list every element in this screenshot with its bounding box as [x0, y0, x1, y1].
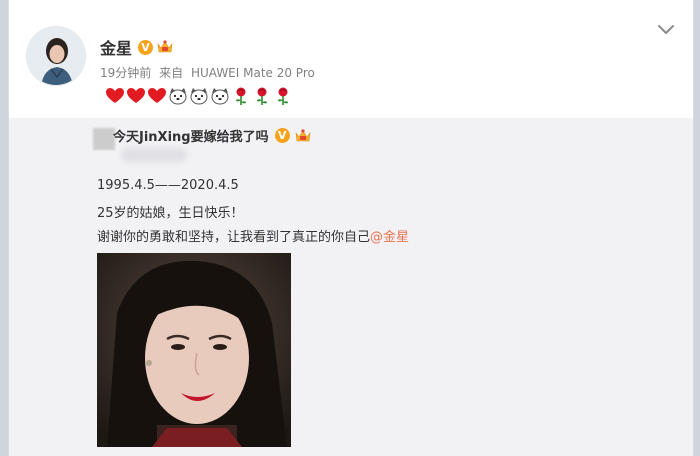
heart-icon: [148, 88, 166, 103]
member-crown-icon[interactable]: [294, 128, 312, 144]
post-header: 金星 V 19分钟前 来自 HUAWEI Mate 20 Pro: [9, 0, 693, 118]
repost-author: 今天JinXing要嫁给我了吗 V: [113, 126, 312, 145]
author-name[interactable]: 金星: [100, 35, 132, 59]
post-meta: 19分钟前 来自 HUAWEI Mate 20 Pro: [100, 64, 319, 81]
avatar-image: [27, 27, 85, 85]
repost-container: 今天JinXing要嫁给我了吗 V 1995.4.5——2020.4.5 25岁…: [9, 118, 693, 456]
rose-icon: [257, 87, 267, 105]
heart-icon: [127, 88, 145, 103]
dog-face-icon: [190, 88, 208, 105]
repost-line-birthday: 25岁的姑娘，生日快乐！: [97, 206, 244, 221]
dog-face-icon: [169, 88, 187, 105]
blurred-text-mark: [121, 148, 187, 162]
member-crown-icon[interactable]: [156, 39, 174, 55]
verified-icon: V: [138, 39, 154, 55]
repost-photo[interactable]: [97, 253, 291, 447]
thanks-text: 谢谢你的勇敢和坚持，让我看到了真正的你自己: [97, 230, 371, 245]
heart-icon: [106, 88, 124, 103]
dog-face-icon: [211, 88, 229, 105]
repost-author-name[interactable]: 今天JinXing要嫁给我了吗: [113, 126, 269, 145]
avatar[interactable]: [26, 26, 86, 86]
rose-icon: [236, 87, 246, 105]
post-author: 金星 V: [100, 35, 174, 59]
repost-line-dates: 1995.4.5——2020.4.5: [97, 178, 239, 193]
rose-icon: [278, 87, 288, 105]
mention-link[interactable]: @金星: [370, 230, 409, 245]
post-time[interactable]: 19分钟前: [100, 66, 151, 80]
weibo-post-card: 金星 V 19分钟前 来自 HUAWEI Mate 20 Pro 今天JinXi…: [8, 0, 694, 456]
post-device[interactable]: HUAWEI Mate 20 Pro: [191, 66, 315, 80]
chevron-down-icon[interactable]: [657, 24, 675, 36]
portrait-image: [97, 253, 291, 447]
repost-line-thanks: 谢谢你的勇敢和坚持，让我看到了真正的你自己@金星: [97, 226, 409, 245]
source-prefix: 来自: [159, 66, 184, 80]
blurred-avatar-mark: [93, 128, 115, 150]
post-content-emojis: [105, 86, 293, 106]
verified-icon: V: [274, 128, 290, 143]
